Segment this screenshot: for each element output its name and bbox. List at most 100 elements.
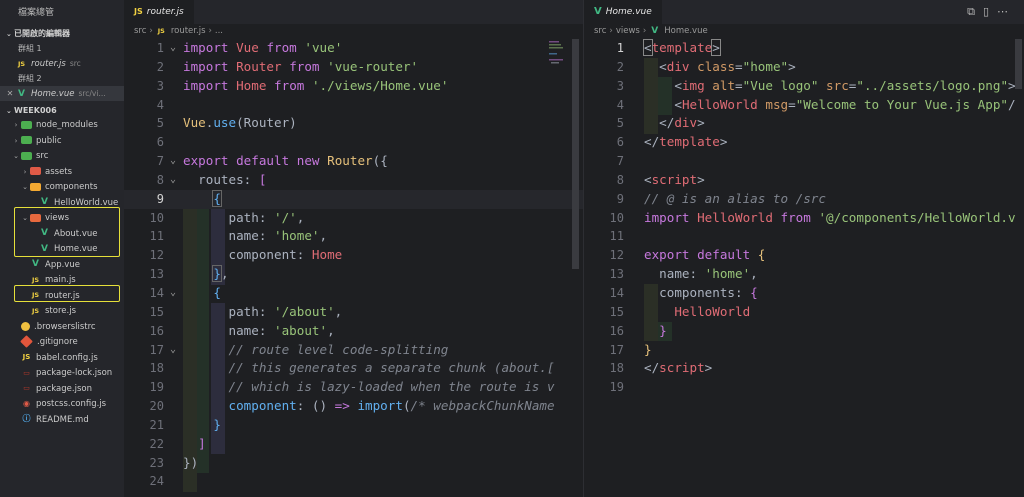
code-line: 2 <div class="home"> [616,58,796,74]
file-tree-item-label: public [36,135,62,146]
file-tree-item-label: package-lock.json [36,368,113,378]
breadcrumb-item[interactable]: Home.vue [664,26,707,36]
breadcrumb-item[interactable]: src [594,26,606,36]
code-editor[interactable]: 1 ⌄ import Vue from 'vue' 2 import Router f… [124,39,583,497]
file-tree-item-label: .browserslistrc [34,321,96,332]
minimap[interactable] [549,39,569,239]
file-tree-item[interactable]: › node_modules [0,118,124,134]
tab-router-js[interactable]: JS router.js [124,0,194,24]
file-tree-item[interactable]: JS router.js [0,289,124,305]
code-line: 13 name: 'home', [609,266,758,282]
code-line: 14 ⌄ { [149,284,221,300]
code-line: 1 ⌄ import Vue from 'vue' [156,40,343,55]
breadcrumb-item[interactable]: router.js [171,26,206,36]
file-tree-item-label: postcss.config.js [36,399,107,409]
file-tree-item[interactable]: .browserslistrc [0,320,124,336]
file-tree-item[interactable]: V HelloWorld.vue [0,196,124,212]
file-tree-item-label: main.js [45,275,76,285]
open-editor-router-js[interactable]: JS router.js src [0,56,124,71]
file-tree-item[interactable]: ⌄ components [0,180,124,196]
file-tree-item[interactable]: ⌄ src [0,149,124,165]
vue-file-icon: V [18,88,25,99]
tab-bar: V Home.vue ⧉▯⋯ [584,0,1024,24]
folder-icon [21,136,32,144]
chevron-right-icon: › [208,26,212,36]
code-line-current: 9 { [124,189,583,209]
file-tree-item[interactable]: JS store.js [0,304,124,320]
close-icon[interactable]: ✕ [4,86,16,101]
open-editors-label: 已開啟的編輯器 [14,29,70,38]
open-editor-name: router.js [31,59,66,69]
code-editor[interactable]: 1 <template> 2 <div class="home"> 3 <img … [584,39,1024,497]
babel-icon: JS [22,353,31,361]
code-line: 11 name: 'home', [149,228,328,244]
file-tree-item[interactable]: › public [0,134,124,150]
vue-file-icon: V [41,243,48,254]
vue-file-icon: V [651,25,659,36]
vue-file-icon: V [32,259,39,269]
folder-icon [30,182,41,191]
vertical-scrollbar[interactable] [1015,39,1022,89]
tab-bar: JS router.js [124,0,583,24]
project-label: WEEK006 [14,106,57,115]
file-tree-item[interactable]: ▭ package.json [0,382,124,398]
chevron-down-icon[interactable]: ⌄ [11,149,21,165]
file-tree-item[interactable]: V About.vue [0,227,124,243]
file-tree-item[interactable]: JS main.js [0,273,124,289]
file-tree-item[interactable]: V App.vue [0,258,124,274]
editor-group-2-label: 群組 2 [18,74,42,83]
code-line: 17 ⌄ // route level code-splitting [149,341,449,357]
code-line: 8 <script> [616,171,705,187]
chevron-down-icon[interactable]: ⌄ [20,180,30,196]
code-line: 19 [609,380,624,395]
explorer-sidebar: 檔案總管 ⌄ 已開啟的編輯器 群組 1 JS router.js src 群組 2 ✕… [0,0,124,497]
file-tree-item[interactable]: ⓘ README.md [0,413,124,429]
code-line: 12 export default { [609,247,766,263]
chevron-right-icon[interactable]: › [11,134,21,150]
file-tree-item[interactable]: ▭ package-lock.json [0,366,124,382]
open-editor-path: src/vi... [78,89,106,98]
code-line-current: 1 <template> [616,39,721,56]
code-line: 15 path: '/about', [149,303,343,319]
postcss-icon: ◉ [23,398,30,408]
chevron-right-icon[interactable]: › [11,118,21,134]
json-file-icon: ▭ [23,384,30,392]
code-line: 4 [156,97,164,112]
project-section[interactable]: ⌄ WEEK006 [0,103,124,118]
code-line: 8 ⌄ routes: [ [156,171,267,187]
file-tree-item-label: .gitignore [37,337,78,347]
more-actions-icon[interactable]: ⋯ [997,5,1016,18]
file-tree-item[interactable]: ◉ postcss.config.js [0,397,124,413]
breadcrumb-item[interactable]: ... [215,26,223,36]
split-editor-icon[interactable]: ⧉ [967,5,983,18]
chevron-right-icon: › [609,26,613,36]
code-line: 6 [156,135,164,150]
breadcrumb: src › views › V Home.vue [584,24,1024,39]
open-editors-section[interactable]: ⌄ 已開啟的編輯器 [0,26,124,41]
code-line: 7 [616,154,624,169]
breadcrumb-item[interactable]: src [134,26,146,36]
js-file-icon: JS [31,275,40,284]
open-editor-home-vue[interactable]: ✕ V Home.vue src/vi... [0,86,124,101]
file-tree-item[interactable]: › assets [0,165,124,181]
chevron-down-icon[interactable]: ⌄ [20,211,30,227]
vertical-scrollbar[interactable] [572,39,579,269]
code-line: 18 // this generates a separate chunk (a… [149,360,555,376]
code-line: 19 // which is lazy-loaded when the rout… [149,379,555,395]
file-tree-item[interactable]: V Home.vue [0,242,124,258]
code-line: 20 component: () => import(/* webpackChu… [149,398,555,414]
breadcrumb-item[interactable]: views [616,26,640,36]
file-tree-item[interactable]: JS babel.config.js [0,351,124,367]
tab-label: Home.vue [605,7,652,17]
folder-icon [30,213,41,222]
file-tree-item-label: About.vue [54,228,98,239]
code-line: 3 <img alt="Vue logo" src="../assets/log… [616,77,1016,93]
chevron-right-icon[interactable]: › [20,165,30,181]
file-tree-item[interactable]: ⌄ views [0,211,124,227]
file-tree-item-label: node_modules [36,120,98,130]
file-tree-item[interactable]: .gitignore [0,335,124,351]
tab-home-vue[interactable]: V Home.vue [584,0,662,24]
editor-group-left: JS router.js src › JS router.js ›... 1 ⌄ import… [124,0,583,497]
folder-icon [30,167,41,175]
split-layout-icon[interactable]: ▯ [983,5,997,18]
